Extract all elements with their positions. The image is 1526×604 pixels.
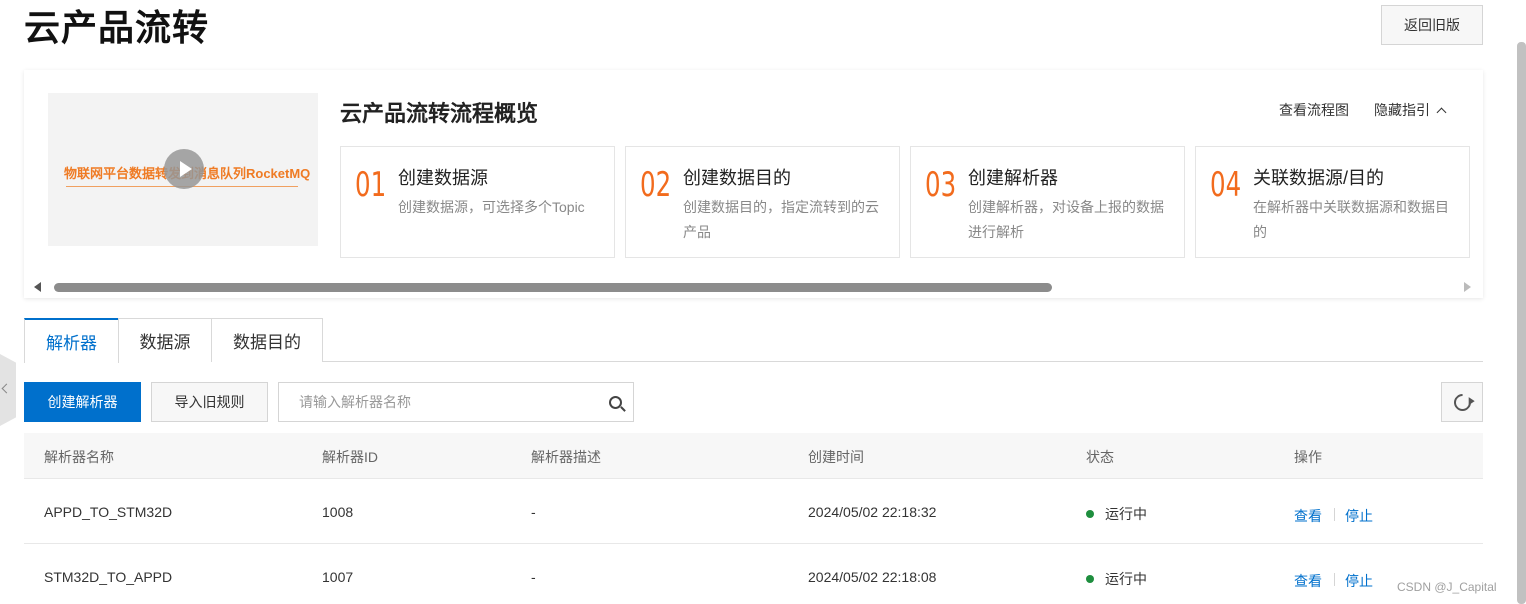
created-time: 2024/05/02 22:18:32 bbox=[808, 504, 937, 520]
watermark: CSDN @J_Capital bbox=[1397, 580, 1497, 594]
action-divider bbox=[1334, 508, 1335, 521]
step-number: 04 bbox=[1210, 165, 1242, 205]
created-time: 2024/05/02 22:18:08 bbox=[808, 569, 937, 585]
view-link[interactable]: 查看 bbox=[1294, 571, 1322, 591]
search-icon[interactable] bbox=[609, 396, 622, 409]
guide-video[interactable]: 物联网平台数据转发到消息队列RocketMQ bbox=[48, 93, 318, 246]
table-row: STM32D_TO_APPD 1007 - 2024/05/02 22:18:0… bbox=[24, 544, 1483, 604]
column-header: 操作 bbox=[1294, 449, 1322, 465]
status-text: 运行中 bbox=[1105, 506, 1147, 522]
scroll-left-arrow-icon[interactable] bbox=[34, 282, 41, 292]
step-title: 创建解析器 bbox=[968, 168, 1058, 188]
refresh-icon bbox=[1450, 390, 1475, 415]
step-number: 03 bbox=[925, 165, 957, 205]
search-input[interactable] bbox=[279, 383, 589, 421]
guide-step: 03 创建解析器 创建解析器，对设备上报的数据进行解析 bbox=[910, 146, 1185, 258]
guide-horizontal-scrollbar[interactable] bbox=[24, 278, 1483, 296]
scrollbar-thumb[interactable] bbox=[54, 283, 1052, 292]
view-flow-link[interactable]: 查看流程图 bbox=[1279, 100, 1349, 120]
parser-description: - bbox=[531, 569, 536, 585]
refresh-button[interactable] bbox=[1441, 382, 1483, 422]
hide-guide-link[interactable]: 隐藏指引 bbox=[1374, 100, 1447, 120]
parser-table: 解析器名称 解析器ID 解析器描述 创建时间 状态 操作 APPD_TO_STM… bbox=[24, 433, 1483, 604]
create-parser-button[interactable]: 创建解析器 bbox=[24, 382, 141, 422]
table-row: APPD_TO_STM32D 1008 - 2024/05/02 22:18:3… bbox=[24, 479, 1483, 544]
parser-id: 1008 bbox=[322, 504, 354, 520]
status-dot-icon bbox=[1086, 510, 1094, 518]
column-header: 状态 bbox=[1086, 449, 1114, 465]
step-description: 创建数据目的，指定流转到的云产品 bbox=[683, 199, 879, 240]
chevron-left-icon bbox=[1, 383, 12, 394]
step-title: 创建数据源 bbox=[398, 168, 488, 188]
step-number: 02 bbox=[640, 165, 672, 205]
step-description: 创建解析器，对设备上报的数据进行解析 bbox=[968, 199, 1164, 240]
stop-link[interactable]: 停止 bbox=[1345, 506, 1373, 526]
column-header: 创建时间 bbox=[808, 449, 864, 465]
step-description: 创建数据源，可选择多个Topic bbox=[398, 199, 585, 215]
play-icon[interactable] bbox=[164, 149, 204, 189]
view-link[interactable]: 查看 bbox=[1294, 506, 1322, 526]
tab-data-destinations[interactable]: 数据目的 bbox=[211, 318, 323, 362]
guide-step: 01 创建数据源 创建数据源，可选择多个Topic bbox=[340, 146, 615, 258]
action-divider bbox=[1334, 573, 1335, 586]
step-title: 创建数据目的 bbox=[683, 168, 791, 188]
status-cell: 运行中 bbox=[1086, 504, 1147, 524]
parser-name: APPD_TO_STM32D bbox=[44, 504, 173, 520]
column-header: 解析器描述 bbox=[531, 449, 601, 465]
import-old-rules-button[interactable]: 导入旧规则 bbox=[151, 382, 268, 422]
hide-guide-label: 隐藏指引 bbox=[1374, 102, 1430, 118]
guide-step: 02 创建数据目的 创建数据目的，指定流转到的云产品 bbox=[625, 146, 900, 258]
back-to-old-version-button[interactable]: 返回旧版 bbox=[1381, 5, 1483, 45]
parser-description: - bbox=[531, 504, 536, 520]
guide-title: 云产品流转流程概览 bbox=[340, 101, 539, 126]
scroll-right-arrow-icon[interactable] bbox=[1464, 282, 1471, 292]
tab-bar: 解析器 数据源 数据目的 bbox=[24, 318, 1483, 363]
status-dot-icon bbox=[1086, 575, 1094, 583]
step-title: 关联数据源/目的 bbox=[1253, 168, 1385, 188]
parser-name: STM32D_TO_APPD bbox=[44, 569, 173, 585]
tab-parsers[interactable]: 解析器 bbox=[24, 318, 119, 363]
tab-data-sources[interactable]: 数据源 bbox=[118, 318, 212, 362]
column-header: 解析器ID bbox=[322, 449, 378, 465]
page-title: 云产品流转 bbox=[24, 7, 210, 48]
table-header: 解析器名称 解析器ID 解析器描述 创建时间 状态 操作 bbox=[24, 433, 1483, 479]
column-header: 解析器名称 bbox=[44, 449, 114, 465]
parser-id: 1007 bbox=[322, 569, 354, 585]
step-description: 在解析器中关联数据源和数据目的 bbox=[1253, 199, 1449, 240]
page-vertical-scrollbar[interactable] bbox=[1517, 42, 1526, 604]
stop-link[interactable]: 停止 bbox=[1345, 571, 1373, 591]
guide-panel: 物联网平台数据转发到消息队列RocketMQ 云产品流转流程概览 查看流程图 隐… bbox=[24, 70, 1483, 298]
sidebar-collapse-toggle[interactable] bbox=[0, 354, 16, 426]
search-box bbox=[278, 382, 634, 422]
chevron-up-icon bbox=[1436, 107, 1447, 118]
status-text: 运行中 bbox=[1105, 571, 1147, 587]
step-number: 01 bbox=[355, 165, 387, 205]
status-cell: 运行中 bbox=[1086, 569, 1147, 589]
guide-step: 04 关联数据源/目的 在解析器中关联数据源和数据目的 bbox=[1195, 146, 1470, 258]
